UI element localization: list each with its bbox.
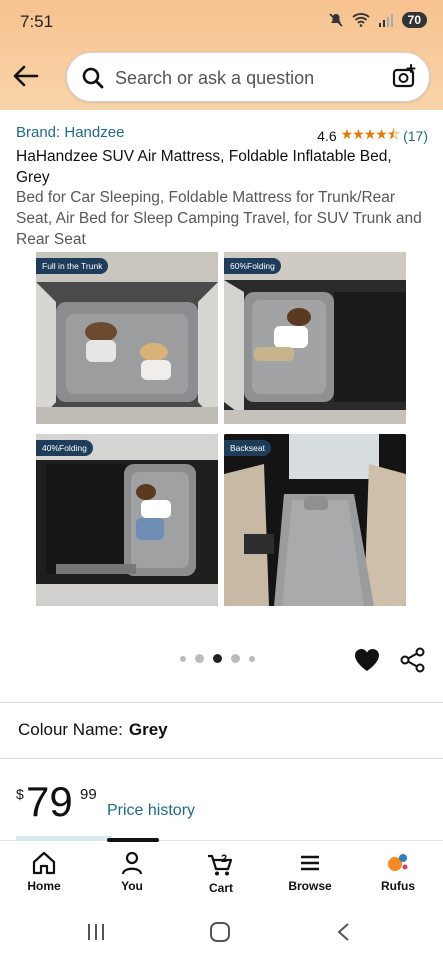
- nav-you-label: You: [121, 879, 143, 893]
- carousel-dots: [180, 654, 255, 663]
- nav-you[interactable]: You: [97, 851, 167, 893]
- rating-value: 4.6: [317, 128, 337, 144]
- price-fraction: 99: [80, 786, 97, 803]
- review-count[interactable]: (17): [403, 128, 428, 144]
- bottom-nav: Home You 2 Cart Browse Rufus: [0, 840, 443, 902]
- menu-icon: [301, 855, 319, 871]
- nav-home-label: Home: [27, 879, 61, 893]
- product-image-4[interactable]: Backseat: [224, 434, 406, 606]
- nav-home[interactable]: Home: [9, 851, 79, 893]
- cart-badge: 2: [221, 853, 227, 865]
- share-icon[interactable]: [399, 646, 427, 679]
- divider: [0, 702, 443, 703]
- price-history-link[interactable]: Price history: [107, 802, 195, 820]
- brand-rating-row: Brand: Handzee 4.6 ★★★★⯪ (17): [16, 124, 428, 144]
- mattress-folded-photo: [36, 434, 218, 606]
- home-button-icon[interactable]: [208, 922, 232, 947]
- wifi-icon: [352, 13, 370, 27]
- nav-rufus-label: Rufus: [381, 879, 415, 893]
- nav-browse-label: Browse: [288, 879, 332, 893]
- mattress-trunk-photo: [36, 252, 218, 424]
- wishlist-heart-icon[interactable]: [353, 646, 381, 679]
- divider: [0, 758, 443, 759]
- product-title: HaHandzee SUV Air Mattress, Foldable Inf…: [16, 148, 392, 186]
- price-currency: $: [16, 786, 24, 802]
- search-bar[interactable]: [66, 52, 430, 102]
- recent-apps-icon[interactable]: [85, 922, 107, 947]
- nav-rufus[interactable]: Rufus: [363, 851, 433, 893]
- camera-search-icon[interactable]: [391, 64, 417, 95]
- image-label: Backseat: [224, 440, 271, 456]
- image-label: 40%Folding: [36, 440, 93, 456]
- back-button[interactable]: [10, 60, 42, 92]
- status-icons: 70: [328, 12, 427, 28]
- back-nav-icon[interactable]: [334, 922, 354, 947]
- nav-cart-label: Cart: [208, 881, 233, 895]
- mute-icon: [328, 12, 344, 28]
- carousel-dot[interactable]: [231, 654, 240, 663]
- product-subtitle: Bed for Car Sleeping, Foldable Mattress …: [16, 189, 422, 248]
- product-image-gallery[interactable]: Full in the Trunk 60%Folding 40%Folding …: [36, 252, 407, 615]
- nav-active-indicator: [107, 838, 159, 842]
- search-input[interactable]: [115, 63, 375, 93]
- carousel-dot[interactable]: [249, 655, 255, 662]
- image-label: Full in the Trunk: [36, 258, 109, 274]
- colour-label: Colour Name:: [18, 720, 123, 739]
- colour-value: Grey: [128, 720, 168, 739]
- mattress-backseat-photo: [224, 434, 406, 606]
- battery-indicator: 70: [401, 12, 427, 28]
- colour-row[interactable]: Colour Name: Grey: [18, 720, 168, 740]
- cart-icon: 2: [208, 853, 233, 876]
- price-whole: 79: [26, 778, 73, 825]
- status-time: 7:51: [20, 12, 54, 31]
- product-image-2[interactable]: 60%Folding: [224, 252, 406, 424]
- signal-icon: [378, 13, 394, 27]
- search-icon: [81, 66, 105, 95]
- top-header: 7:51 70: [0, 0, 443, 110]
- carousel-dot[interactable]: [180, 655, 186, 662]
- brand-link[interactable]: Brand: Handzee: [16, 124, 124, 141]
- carousel-dot[interactable]: [195, 654, 204, 663]
- rating[interactable]: 4.6 ★★★★⯪ (17): [317, 124, 428, 148]
- status-bar: 7:51 70: [0, 0, 443, 44]
- mattress-folded-photo: [224, 252, 406, 424]
- arrow-left-icon: [13, 65, 39, 87]
- image-label: 60%Folding: [224, 258, 281, 274]
- carousel-dot-active[interactable]: [213, 654, 222, 663]
- home-icon: [32, 851, 56, 875]
- system-nav-bar: [0, 902, 443, 960]
- nav-browse[interactable]: Browse: [275, 851, 345, 893]
- user-icon: [121, 851, 143, 875]
- star-rating-icon: ★★★★⯪: [340, 126, 400, 142]
- product-image-1[interactable]: Full in the Trunk: [36, 252, 218, 424]
- rufus-icon: [388, 854, 408, 871]
- product-image-3[interactable]: 40%Folding: [36, 434, 218, 606]
- nav-cart[interactable]: 2 Cart: [186, 851, 256, 895]
